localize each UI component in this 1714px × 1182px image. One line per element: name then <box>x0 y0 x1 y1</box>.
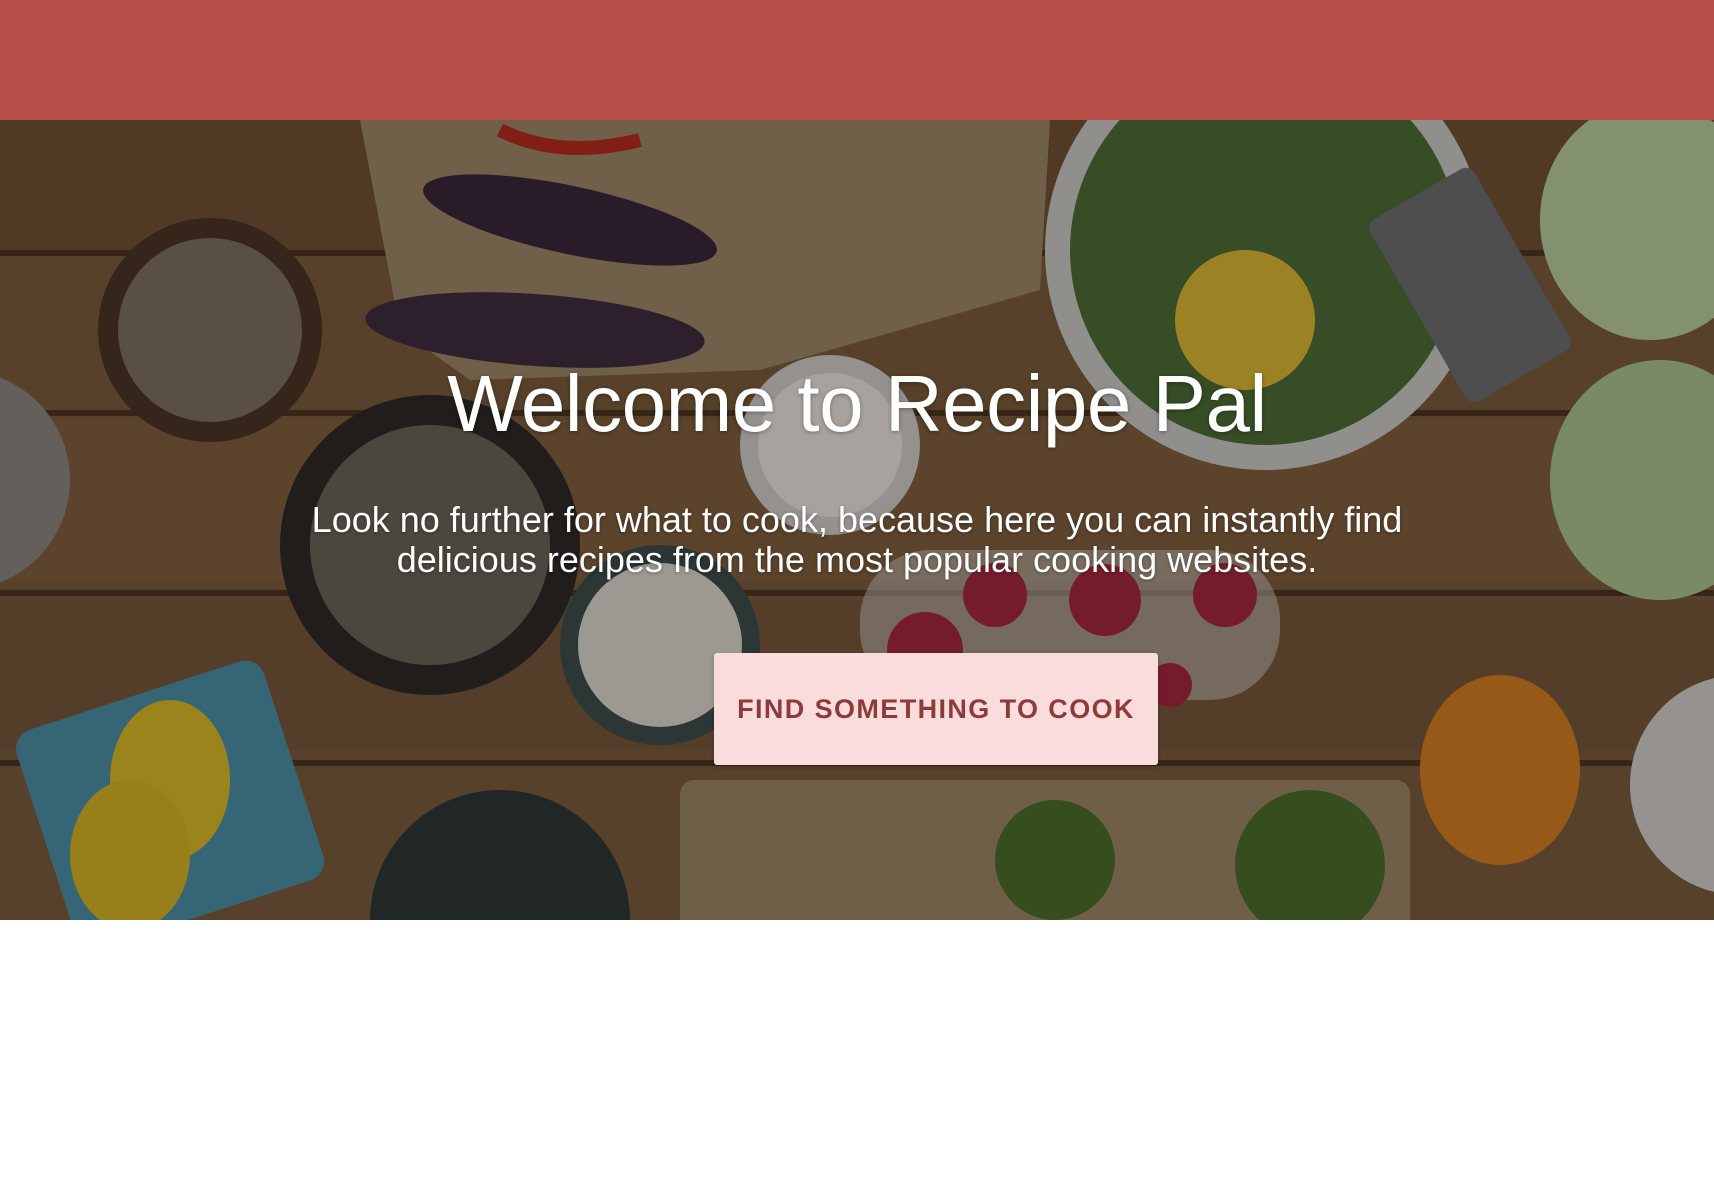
hero-content: Welcome to Recipe Pal Look no further fo… <box>0 120 1714 920</box>
hero-section: Welcome to Recipe Pal Look no further fo… <box>0 120 1714 920</box>
find-something-to-cook-button[interactable]: FIND SOMETHING TO COOK <box>714 653 1158 765</box>
below-fold-area <box>0 920 1714 1182</box>
hero-subtitle: Look no further for what to cook, becaus… <box>311 499 1403 580</box>
hero-title: Welcome to Recipe Pal <box>447 359 1267 448</box>
top-header-bar <box>0 0 1714 120</box>
